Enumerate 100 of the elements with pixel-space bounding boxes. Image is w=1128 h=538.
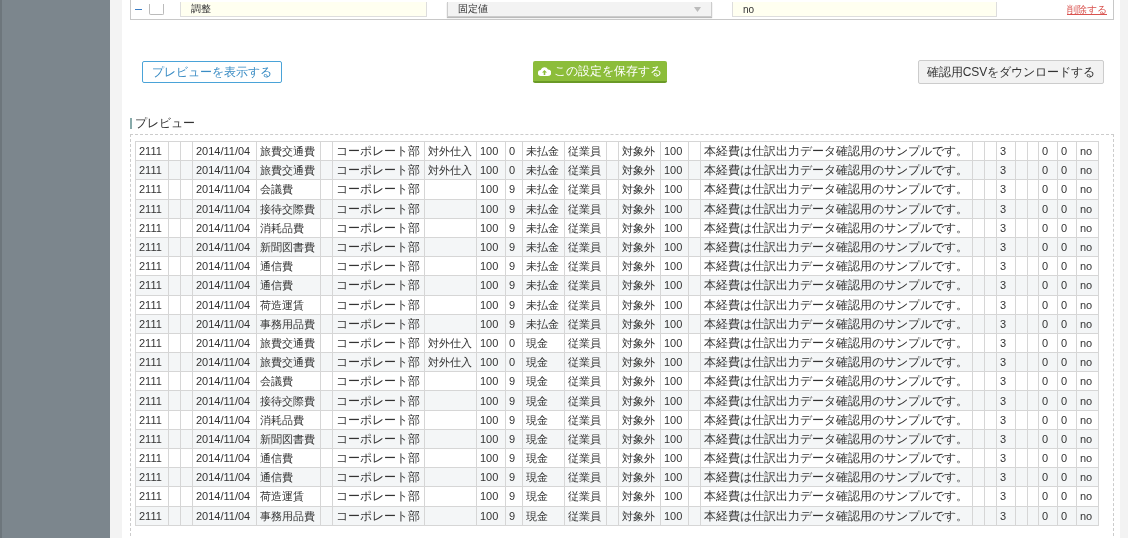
table-cell: 100 [660,179,689,200]
table-cell: 対象外 [618,141,661,161]
table-cell: 対象外 [618,333,661,353]
table-cell: 0 [505,333,523,353]
table-cell [1027,141,1039,161]
table-cell: 2111 [135,371,169,391]
table-cell [320,141,333,161]
value-field[interactable]: no [732,2,997,17]
table-cell [424,448,477,468]
table-cell [606,295,619,315]
table-cell: no [1076,256,1099,276]
table-cell: 0 [1038,295,1058,315]
table-cell: 本経費は仕訳出力データ確認用のサンプルです。 [700,333,973,353]
table-cell [1027,314,1039,334]
table-cell [1027,333,1039,353]
table-cell [168,141,181,161]
table-cell [1015,179,1028,200]
table-cell: 0 [1057,256,1077,276]
table-cell [688,141,701,161]
table-cell: 0 [1038,371,1058,391]
table-cell: 本経費は仕訳出力データ確認用のサンプルです。 [700,371,973,391]
table-cell [1027,467,1039,487]
table-cell: 100 [660,295,689,315]
table-cell [180,237,193,257]
table-cell [688,218,701,238]
table-cell [168,179,181,200]
table-cell: コーポレート部 [332,256,425,276]
table-cell: 会議費 [256,371,321,391]
table-cell: 0 [1038,333,1058,353]
table-cell [972,486,985,507]
table-cell [1027,429,1039,449]
table-cell: 3 [996,410,1016,430]
table-cell [972,218,985,238]
table-cell: コーポレート部 [332,371,425,391]
table-cell: 2111 [135,295,169,315]
table-cell [168,371,181,391]
table-cell [606,218,619,238]
table-cell: 0 [1038,410,1058,430]
table-cell [180,141,193,161]
table-cell: 消耗品費 [256,218,321,238]
table-cell: 通信費 [256,448,321,468]
table-cell [606,448,619,468]
table-cell [1027,256,1039,276]
table-cell [972,295,985,315]
table-cell [984,410,997,430]
table-cell [424,179,477,200]
table-cell: no [1076,410,1099,430]
table-cell: 本経費は仕訳出力データ確認用のサンプルです。 [700,218,973,238]
table-cell: 3 [996,486,1016,507]
table-cell [168,256,181,276]
table-cell [606,333,619,353]
table-cell: 対象外 [618,179,661,200]
delete-link[interactable]: 削除する [1067,2,1107,17]
table-cell: 9 [505,218,523,238]
table-cell: 0 [1057,141,1077,161]
table-cell [984,256,997,276]
table-cell [180,295,193,315]
table-cell [972,256,985,276]
table-cell: 対象外 [618,218,661,238]
table-cell: 2014/11/04 [192,141,257,161]
table-cell [168,237,181,257]
table-cell: コーポレート部 [332,410,425,430]
table-cell [424,295,477,315]
table-cell [424,371,477,391]
table-cell [1027,275,1039,295]
table-cell [1027,179,1039,200]
table-cell: 本経費は仕訳出力データ確認用のサンプルです。 [700,295,973,315]
table-cell: 100 [476,295,506,315]
table-cell [424,486,477,507]
table-cell: 対外仕入 [424,333,477,353]
table-cell: 3 [996,141,1016,161]
table-cell: 未払金 [522,179,565,200]
name-field[interactable]: 調整 [180,2,427,17]
table-cell: 旅費交通費 [256,333,321,353]
table-cell [1027,352,1039,372]
table-cell: 0 [1057,179,1077,200]
table-cell: コーポレート部 [332,141,425,161]
table-cell: 荷造運賃 [256,295,321,315]
table-cell: コーポレート部 [332,179,425,200]
table-cell: 消耗品費 [256,410,321,430]
table-cell: 従業員 [564,295,607,315]
table-cell [1015,141,1028,161]
table-cell: 3 [996,218,1016,238]
preview-heading: プレビュー [130,118,1114,129]
table-cell [984,333,997,353]
table-cell: 3 [996,448,1016,468]
preview-button[interactable]: プレビューを表示する [142,61,282,83]
table-cell [1027,410,1039,430]
table-cell: 3 [996,256,1016,276]
table-cell: 100 [660,410,689,430]
table-cell [972,141,985,161]
download-csv-button[interactable]: 確認用CSVをダウンロードする [918,60,1104,84]
table-cell [320,179,333,200]
table-cell [972,371,985,391]
table-cell [320,218,333,238]
source-dropdown[interactable]: 固定値 [447,2,712,17]
table-cell: 100 [476,371,506,391]
checkbox[interactable] [149,4,164,15]
table-cell [984,371,997,391]
table-cell [688,295,701,315]
